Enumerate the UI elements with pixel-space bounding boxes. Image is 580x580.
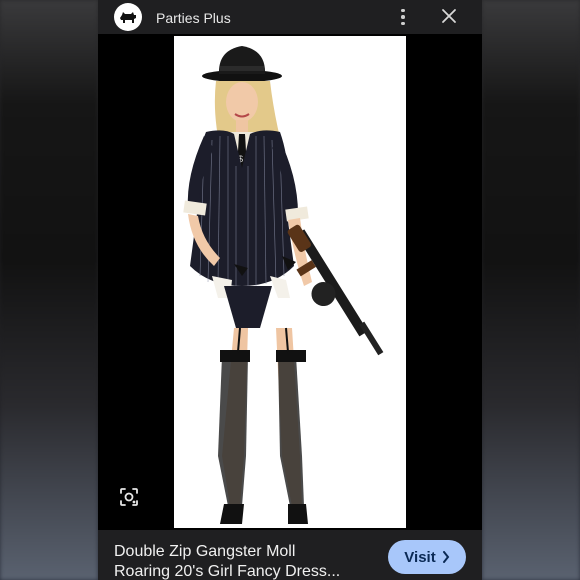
close-icon [442, 9, 456, 23]
chevron-right-icon [442, 551, 449, 563]
product-photo[interactable]: $ [174, 36, 406, 528]
product-title-line-1: Double Zip Gangster Moll [114, 543, 296, 560]
image-area: $ [98, 34, 482, 530]
visit-button[interactable]: Visit [388, 540, 466, 574]
site-name[interactable]: Parties Plus [156, 10, 231, 26]
product-title[interactable]: Double Zip Gangster Moll Roaring 20's Gi… [114, 542, 376, 580]
product-title-line-2: Roaring 20's Girl Fancy Dress... [114, 563, 341, 580]
image-viewer-panel: Parties Plus $ Double Zip Gangster Moll … [98, 0, 482, 580]
screen: Parties Plus $ Double Zip Gangster Moll … [0, 0, 580, 580]
scottie-dog-logo-icon [120, 12, 136, 23]
more-vert-icon-dot [401, 15, 405, 19]
viewer-footer: Double Zip Gangster Moll Roaring 20's Gi… [98, 530, 482, 580]
blurred-background-right [482, 0, 580, 580]
site-logo[interactable] [114, 3, 142, 31]
lens-search-icon [120, 488, 138, 506]
more-vert-icon-dot [401, 21, 405, 26]
more-options-button[interactable] [394, 4, 412, 30]
lens-search-button[interactable] [118, 486, 140, 508]
visit-button-label: Visit [404, 548, 436, 566]
blurred-background-left [0, 0, 98, 580]
gangster-costume-illustration: $ [183, 46, 384, 524]
viewer-header: Parties Plus [98, 0, 482, 34]
more-vert-icon-dot [401, 8, 405, 13]
close-button[interactable] [438, 4, 460, 28]
